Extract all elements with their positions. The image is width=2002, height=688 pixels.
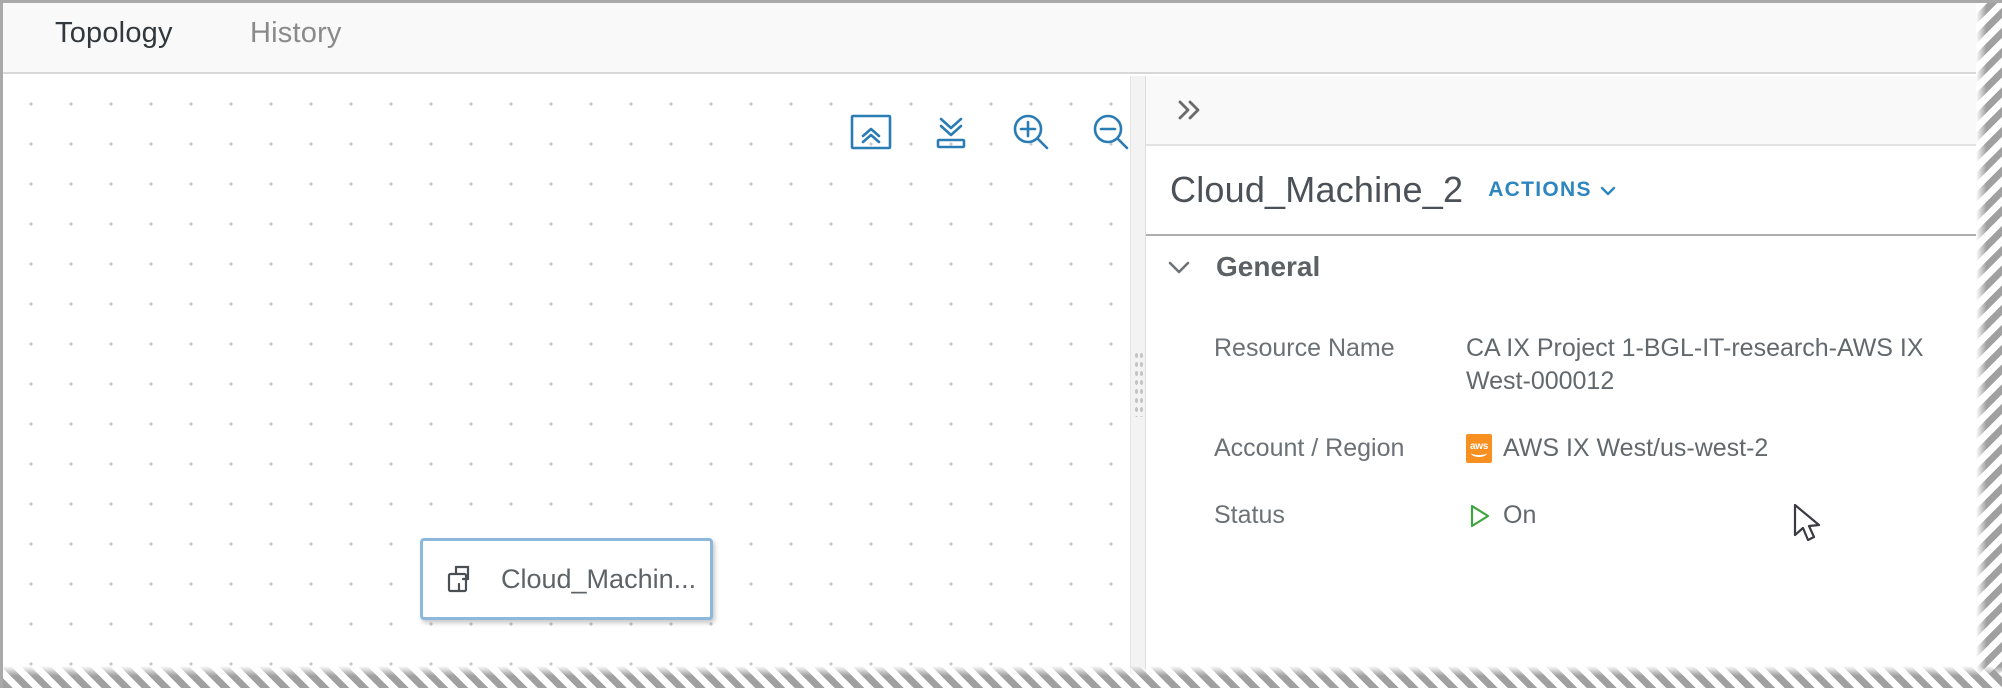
status-badge: On <box>1503 501 1537 529</box>
property-label: Status <box>1214 501 1285 529</box>
tab-history[interactable]: History <box>246 17 346 73</box>
tab-topology[interactable]: Topology <box>51 17 177 87</box>
application-window: Topology History Cloud_Machin... Cloud_M… <box>0 0 2002 688</box>
fit-to-screen-icon[interactable] <box>848 109 894 155</box>
property-label: Account / Region <box>1214 434 1405 462</box>
section-general-header[interactable]: General <box>1146 238 2002 296</box>
collapse-all-icon[interactable] <box>928 109 974 155</box>
splitter-grip-dots <box>1134 350 1144 417</box>
property-label: Resource Name <box>1214 334 1395 362</box>
property-value-wrapper: aws AWS IX West/us-west-2 <box>1466 432 1768 465</box>
chevron-down-icon <box>1600 186 1616 195</box>
property-value: CA IX Project 1-BGL-IT-research-AWS IX W… <box>1466 334 1924 395</box>
cloud-machine-icon <box>447 565 470 593</box>
topology-canvas[interactable]: Cloud_Machin... <box>3 76 1130 688</box>
panel-splitter-handle[interactable] <box>1130 76 1146 688</box>
panel-title: Cloud_Machine_2 <box>1170 169 1464 210</box>
property-row-status: Status On <box>1214 499 2002 532</box>
topology-node-cloud-machine[interactable]: Cloud_Machin... <box>420 538 713 620</box>
property-value: AWS IX West/us-west-2 <box>1503 434 1769 462</box>
section-general: General Resource Name CA IX Project 1-BG… <box>1146 238 2002 566</box>
details-panel: Cloud_Machine_2 ACTIONS General Resource… <box>1146 76 2002 688</box>
chevron-down-icon <box>1166 258 1192 276</box>
property-list: Resource Name CA IX Project 1-BGL-IT-res… <box>1146 332 2002 532</box>
section-general-title: General <box>1216 251 1321 282</box>
panel-topbar <box>1146 76 2002 146</box>
aws-logo-text: aws <box>1469 440 1488 452</box>
topology-node-label: Cloud_Machin... <box>501 563 697 594</box>
tab-bar: Topology History <box>3 3 2002 87</box>
actions-dropdown-label: ACTIONS <box>1488 178 1592 201</box>
zoom-out-icon[interactable] <box>1088 109 1130 155</box>
property-row-resource-name: Resource Name CA IX Project 1-BGL-IT-res… <box>1214 332 2002 398</box>
zoom-in-icon[interactable] <box>1008 109 1054 155</box>
actions-dropdown[interactable]: ACTIONS <box>1488 178 1617 202</box>
canvas-toolbar <box>848 109 1130 155</box>
status-on-play-icon <box>1466 502 1492 530</box>
property-value-wrapper: On <box>1466 499 1536 532</box>
double-chevron-right-icon[interactable] <box>1166 88 1210 132</box>
property-row-account-region: Account / Region aws AWS IX West/us-west… <box>1214 432 2002 465</box>
panel-header: Cloud_Machine_2 ACTIONS <box>1146 146 2002 236</box>
aws-logo-icon: aws <box>1466 434 1492 463</box>
